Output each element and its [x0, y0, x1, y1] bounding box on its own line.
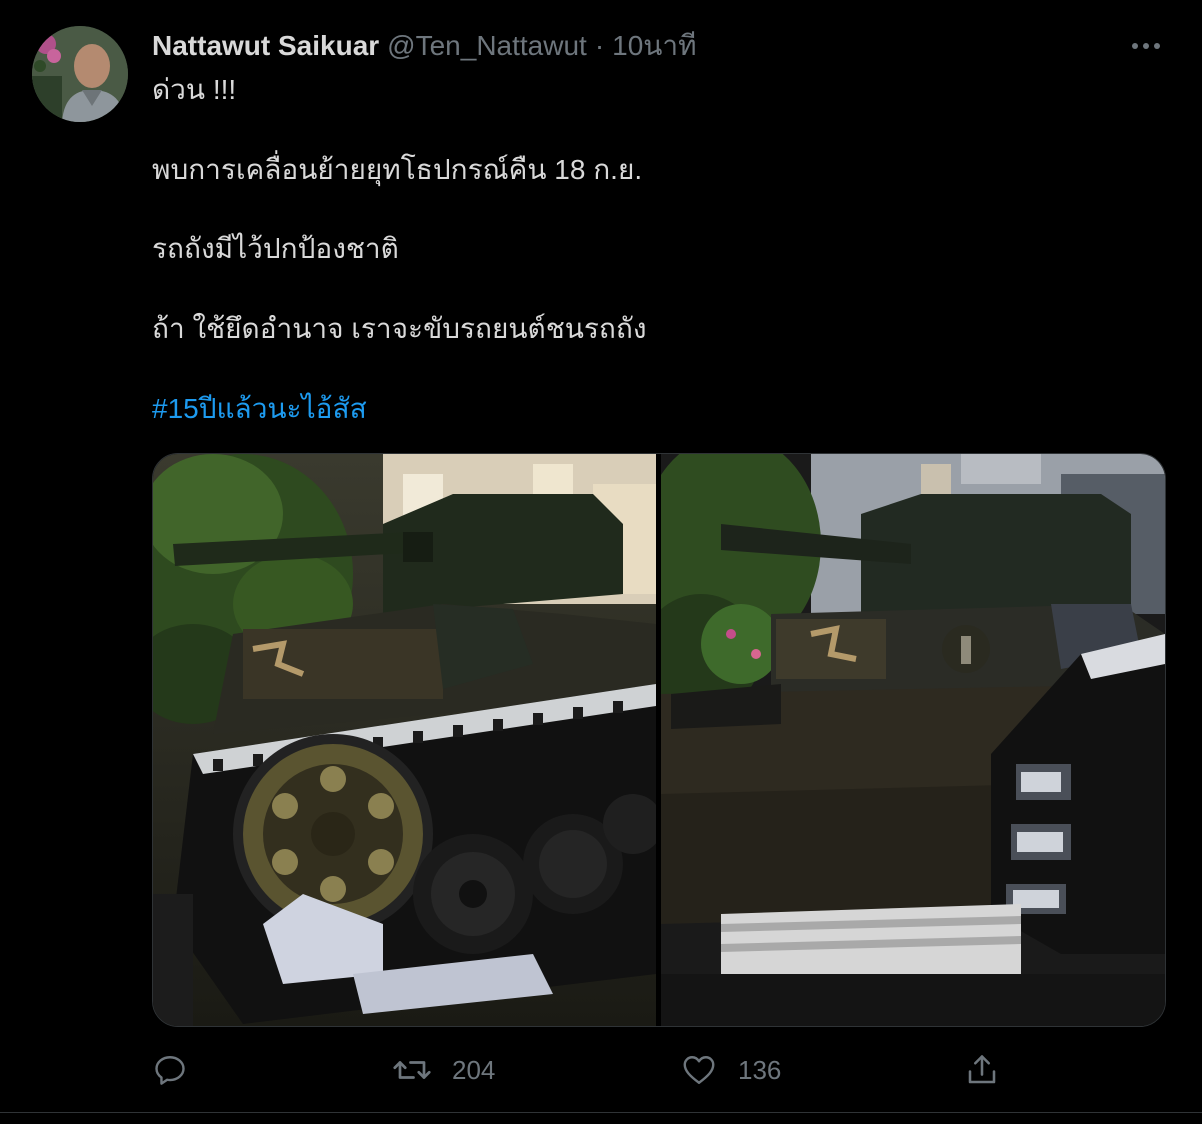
retweet-count: 204	[452, 1054, 496, 1085]
like-count: 136	[738, 1054, 782, 1085]
heart-icon	[680, 1052, 718, 1088]
reply-icon	[152, 1052, 188, 1088]
user-handle[interactable]: @Ten_Nattawut	[387, 30, 587, 62]
tank-photo-front[interactable]	[153, 454, 663, 1026]
tank-photo-side[interactable]	[641, 454, 1165, 1026]
tweet[interactable]: Nattawut Saikuar @Ten_Nattawut · 10นาที …	[0, 0, 1202, 1113]
share-icon	[964, 1052, 1000, 1088]
header-separator: ·	[594, 30, 605, 61]
retweet-icon	[392, 1052, 432, 1088]
tweet-text-line-4: ถ้า ใช้ยึดอำนาจ เราจะขับรถยนต์ชนรถถัง	[152, 313, 647, 344]
display-name[interactable]: Nattawut Saikuar	[152, 30, 379, 62]
avatar[interactable]	[32, 26, 128, 122]
tweet-text-line-1: ด่วน !!!	[152, 74, 237, 105]
tweet-text-line-3: รถถังมีไว้ปกป้องชาติ	[152, 233, 399, 264]
more-icon[interactable]	[1126, 32, 1166, 60]
tweet-header: Nattawut Saikuar @Ten_Nattawut · 10นาที	[152, 28, 697, 64]
reply-button[interactable]	[152, 1046, 188, 1094]
like-button[interactable]: 136	[680, 1046, 781, 1094]
retweet-button[interactable]: 204	[392, 1046, 495, 1094]
tweet-actions: 204 136	[0, 1046, 1202, 1094]
tweet-media	[152, 453, 1166, 1027]
hashtag-link[interactable]: #15ปีแล้วนะไอ้สัส	[152, 391, 367, 427]
tweet-text-line-2: พบการเคลื่อนย้ายยุทโธปกรณ์คืน 18 ก.ย.	[152, 154, 643, 185]
tweet-timestamp[interactable]: 10นาที	[612, 24, 696, 68]
share-button[interactable]	[964, 1046, 1000, 1094]
